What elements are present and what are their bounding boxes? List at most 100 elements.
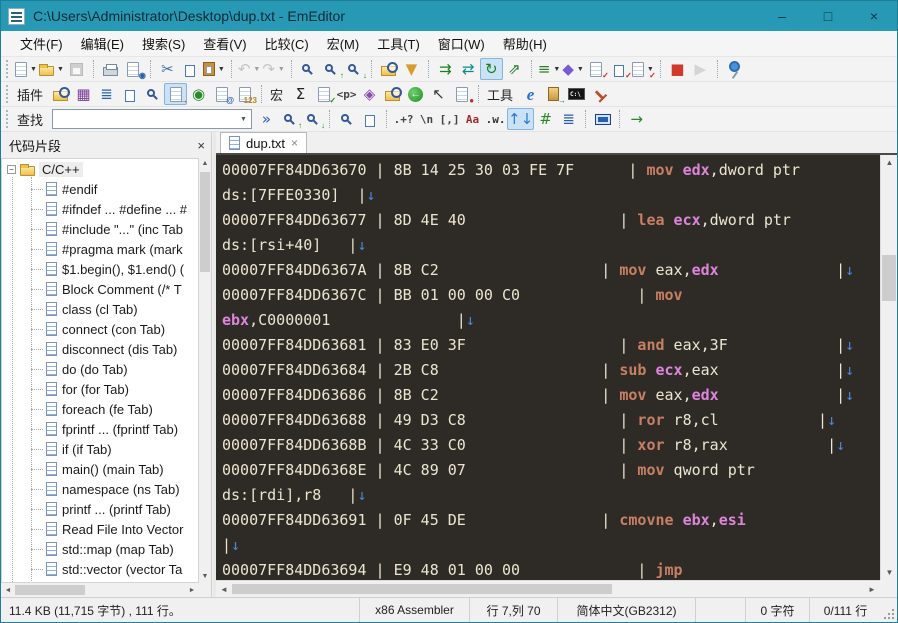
snippet-item[interactable]: Read File Into Vector — [2, 519, 198, 539]
snippets-horizontal-scrollbar[interactable]: ◄ ► — [1, 583, 199, 597]
snippet-item[interactable]: connect (con Tab) — [2, 319, 198, 339]
tool-build-icon[interactable]: T — [588, 83, 611, 105]
scrollbar-thumb[interactable] — [882, 255, 896, 301]
scroll-right-icon[interactable]: ► — [185, 587, 199, 594]
menu-macros[interactable]: 宏(M) — [318, 31, 369, 56]
snippet-item[interactable]: #include "..." (inc Tab — [2, 219, 198, 239]
copy-icon[interactable] — [179, 58, 202, 80]
tree-root-cpp[interactable]: − C/C++ — [2, 159, 198, 179]
find-in-files-icon[interactable] — [377, 58, 400, 80]
wrap-by-page-icon[interactable]: ⇗ — [503, 58, 526, 80]
display-toggle-icon[interactable] — [591, 108, 614, 130]
stop-record-icon[interactable]: ■ — [666, 58, 689, 80]
find-bar-previous-icon[interactable]: ↑ — [278, 108, 302, 130]
snippet-item[interactable]: namespace (ns Tab) — [2, 479, 198, 499]
outline-dropdown-icon[interactable]: ▼ — [553, 66, 560, 73]
compare-dropdown-icon[interactable]: ▼ — [577, 66, 584, 73]
run-all-icon[interactable]: ▶ — [689, 58, 712, 80]
scroll-down-icon[interactable]: ▼ — [199, 571, 211, 583]
plugin-open-documents-icon[interactable]: @ — [210, 83, 234, 105]
scroll-right-icon[interactable]: ► — [864, 585, 880, 594]
plugin-outline-icon[interactable]: ≣ — [95, 83, 118, 105]
scroll-up-icon[interactable]: ▲ — [881, 155, 897, 170]
new-file-dropdown-icon[interactable]: ▼ — [30, 66, 37, 73]
undo-icon[interactable]: ↶ ▼ — [237, 58, 262, 80]
snippet-item[interactable]: main() (main Tab) — [2, 459, 198, 479]
find-bar-next-icon[interactable]: ↓ — [301, 108, 325, 130]
menu-window[interactable]: 窗口(W) — [429, 31, 494, 56]
macro-back-icon[interactable]: ← — [404, 83, 427, 105]
plugin-snippets-icon[interactable]: → — [164, 83, 188, 105]
filter-bar-toggle-icon[interactable]: ≣ — [557, 108, 580, 130]
tab-dup-txt[interactable]: dup.txt × — [220, 132, 308, 153]
snippet-item[interactable]: #endif — [2, 179, 198, 199]
scrollbar-thumb[interactable] — [232, 584, 612, 594]
snippets-vertical-scrollbar[interactable]: ▲ ▼ — [199, 158, 211, 583]
match-case-toggle-icon[interactable]: Aa — [461, 108, 484, 130]
menu-view[interactable]: 查看(V) — [194, 31, 255, 56]
cut-icon[interactable]: ✂ — [156, 58, 179, 80]
menu-help[interactable]: 帮助(H) — [494, 31, 556, 56]
next-document-icon[interactable]: → — [625, 108, 648, 130]
wrap-by-characters-icon[interactable]: ⇄ — [457, 58, 480, 80]
snippet-item[interactable]: std::vector (vector Ta — [2, 559, 198, 579]
snippet-item[interactable]: $1.begin(), $1.end() ( — [2, 259, 198, 279]
snippet-item[interactable]: #ifndef ... #define ... # — [2, 199, 198, 219]
editor-horizontal-scrollbar[interactable]: ◄ ► — [216, 580, 880, 597]
snippet-item[interactable]: if (if Tab) — [2, 439, 198, 459]
numbers-toggle-icon[interactable]: # — [534, 108, 557, 130]
save-icon[interactable] — [65, 58, 88, 80]
collapse-icon[interactable]: − — [7, 164, 16, 174]
macro-extract-icon[interactable]: ● — [450, 83, 474, 105]
find-icon[interactable] — [297, 58, 320, 80]
print-icon[interactable] — [99, 58, 122, 80]
regex-toggle-icon[interactable]: .+? — [392, 108, 415, 130]
snippet-item[interactable]: Block Comment (/* T — [2, 279, 198, 299]
open-file-icon[interactable]: ▼ — [38, 58, 65, 80]
plugin-web-preview-icon[interactable]: ◉ — [187, 83, 210, 105]
no-wrap-icon[interactable]: ⇉ — [434, 58, 457, 80]
resize-grip[interactable] — [881, 598, 897, 622]
scroll-left-icon[interactable]: ◄ — [216, 585, 232, 594]
tool-browser-icon[interactable]: e — [519, 83, 542, 105]
find-next-icon[interactable]: ↓ — [343, 58, 367, 80]
find-combobox[interactable]: ▼ — [52, 109, 253, 129]
open-file-dropdown-icon[interactable]: ▼ — [57, 66, 64, 73]
run-macros-icon[interactable]: ✓ — [608, 58, 632, 80]
find-previous-icon[interactable]: ↑ — [320, 58, 344, 80]
redo-icon[interactable]: ↷ ▼ — [261, 58, 286, 80]
menu-search[interactable]: 搜索(S) — [133, 31, 194, 56]
minimize-button[interactable]: – — [759, 1, 805, 31]
snippet-item[interactable]: foreach (fe Tab) — [2, 399, 198, 419]
record-macro-icon[interactable]: ✓ — [585, 58, 609, 80]
find-more-icon[interactable]: » — [255, 108, 278, 130]
menu-compare[interactable]: 比较(C) — [256, 31, 318, 56]
macro-select-icon[interactable]: ↖ — [427, 83, 450, 105]
new-file-icon[interactable]: ▼ — [14, 58, 38, 80]
snippet-item[interactable]: fprintf ... (fprintf Tab) — [2, 419, 198, 439]
undo-dropdown-icon[interactable]: ▼ — [253, 66, 260, 73]
macro-html-tag-icon[interactable]: <p> — [335, 83, 358, 105]
scroll-left-icon[interactable]: ◄ — [1, 587, 15, 594]
snippet-item[interactable]: do (do Tab) — [2, 359, 198, 379]
wrap-by-window-icon[interactable]: ↻ — [479, 58, 503, 80]
toolbar-grip[interactable] — [6, 85, 9, 103]
macro-list-icon[interactable]: ✓ ▼ — [631, 58, 656, 80]
snippet-item[interactable]: class (cl Tab) — [2, 299, 198, 319]
macro-colors-icon[interactable]: ◈ — [358, 83, 381, 105]
filter-icon[interactable]: ▼ — [400, 58, 423, 80]
escape-seq-toggle-icon[interactable]: \n — [415, 108, 438, 130]
up-down-toggle-icon[interactable]: ↑↓ — [507, 108, 535, 130]
editor-vertical-scrollbar[interactable]: ▲ ▼ — [880, 155, 897, 580]
print-preview-icon[interactable]: ◉ — [122, 58, 146, 80]
redo-dropdown-icon[interactable]: ▼ — [278, 66, 285, 73]
macro-validate-icon[interactable]: ✓ — [312, 83, 336, 105]
scrollbar-thumb[interactable] — [200, 172, 210, 272]
plugin-search-icon[interactable] — [141, 83, 164, 105]
snippet-item[interactable]: printf ... (printf Tab) — [2, 499, 198, 519]
scroll-up-icon[interactable]: ▲ — [199, 158, 211, 170]
plugin-explorer-icon[interactable] — [49, 83, 72, 105]
text-editor[interactable]: 00007FF84DD63670 | 8B 14 25 30 03 FE 7F … — [216, 155, 880, 580]
toolbar-grip[interactable] — [6, 110, 9, 128]
snippet-item[interactable]: #pragma mark (mark — [2, 239, 198, 259]
